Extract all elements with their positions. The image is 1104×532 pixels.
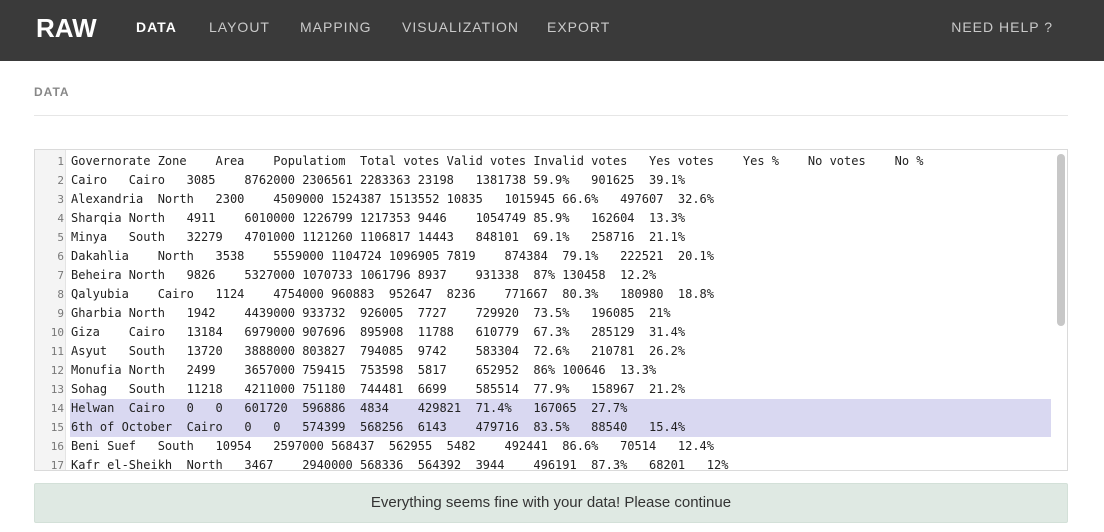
line-number: 9 (57, 307, 64, 320)
line-text[interactable]: Sohag South 11218 4211000 751180 744481 … (70, 380, 1051, 399)
validation-status-message: Everything seems fine with your data! Pl… (34, 483, 1068, 523)
help-link[interactable]: NEED HELP ? (951, 19, 1053, 35)
line-text[interactable]: Minya South 32279 4701000 1121260 110681… (70, 228, 1051, 247)
editor-line[interactable]: 6 Dakahlia North 3538 5559000 1104724 109… (35, 247, 1055, 266)
nav-tab-layout[interactable]: LAYOUT (209, 19, 270, 35)
line-text[interactable]: Beni Suef South 10954 2597000 568437 562… (70, 437, 1051, 456)
line-number: 13 (50, 383, 64, 396)
line-text[interactable]: Dakahlia North 3538 5559000 1104724 1096… (70, 247, 1051, 266)
line-text[interactable]: Asyut South 13720 3888000 803827 794085 … (70, 342, 1051, 361)
nav-tab-data[interactable]: DATA (136, 19, 177, 35)
line-number: 1 (57, 155, 64, 168)
line-number: 4 (57, 212, 64, 225)
data-text-editor[interactable]: 1 Governorate Zone Area Populatiom Total … (34, 149, 1068, 471)
nav-tab-mapping[interactable]: MAPPING (300, 19, 372, 35)
line-text[interactable]: Beheira North 9826 5327000 1070733 10617… (70, 266, 1051, 285)
editor-line[interactable]: 8 Qalyubia Cairo 1124 4754000 960883 9526… (35, 285, 1055, 304)
editor-line[interactable]: 13 Sohag South 11218 4211000 751180 74448… (35, 380, 1055, 399)
editor-line[interactable]: 10 Giza Cairo 13184 6979000 907696 895908… (35, 323, 1055, 342)
editor-line[interactable]: 14 Helwan Cairo 0 0 601720 596886 4834 42… (35, 399, 1055, 418)
line-number: 14 (50, 402, 64, 415)
line-number: 10 (50, 326, 64, 339)
line-number: 11 (50, 345, 64, 358)
editor-line[interactable]: 16 Beni Suef South 10954 2597000 568437 5… (35, 437, 1055, 456)
editor-lines[interactable]: 1 Governorate Zone Area Populatiom Total … (35, 152, 1055, 471)
line-number: 8 (57, 288, 64, 301)
editor-line[interactable]: 7 Beheira North 9826 5327000 1070733 1061… (35, 266, 1055, 285)
line-number: 15 (50, 421, 64, 434)
line-number: 17 (50, 459, 64, 471)
line-number: 6 (57, 250, 64, 263)
editor-line[interactable]: 1 Governorate Zone Area Populatiom Total … (35, 152, 1055, 171)
editor-line[interactable]: 9 Gharbia North 1942 4439000 933732 92600… (35, 304, 1055, 323)
nav-tab-visualization[interactable]: VISUALIZATION (402, 19, 519, 35)
line-number: 3 (57, 193, 64, 206)
section-title: DATA (34, 85, 70, 99)
line-text[interactable]: Alexandria North 2300 4509000 1524387 15… (70, 190, 1051, 209)
line-text[interactable]: Sharqia North 4911 6010000 1226799 12173… (70, 209, 1051, 228)
line-text[interactable]: 6th of October Cairo 0 0 574399 568256 6… (70, 418, 1051, 437)
editor-line[interactable]: 15 6th of October Cairo 0 0 574399 568256… (35, 418, 1055, 437)
top-navbar: RAW DATA LAYOUT MAPPING VISUALIZATION EX… (0, 0, 1104, 61)
editor-line[interactable]: 4 Sharqia North 4911 6010000 1226799 1217… (35, 209, 1055, 228)
line-number: 16 (50, 440, 64, 453)
line-text[interactable]: Cairo Cairo 3085 8762000 2306561 2283363… (70, 171, 1051, 190)
line-text[interactable]: Monufia North 2499 3657000 759415 753598… (70, 361, 1051, 380)
line-number: 12 (50, 364, 64, 377)
line-text[interactable]: Gharbia North 1942 4439000 933732 926005… (70, 304, 1051, 323)
line-number: 2 (57, 174, 64, 187)
editor-line[interactable]: 2 Cairo Cairo 3085 8762000 2306561 228336… (35, 171, 1055, 190)
editor-line[interactable]: 3 Alexandria North 2300 4509000 1524387 1… (35, 190, 1055, 209)
line-text[interactable]: Kafr el-Sheikh North 3467 2940000 568336… (70, 456, 1051, 470)
line-text[interactable]: Qalyubia Cairo 1124 4754000 960883 95264… (70, 285, 1051, 304)
line-text[interactable]: Governorate Zone Area Populatiom Total v… (70, 152, 1051, 171)
section-divider (34, 115, 1068, 116)
editor-line[interactable]: 12 Monufia North 2499 3657000 759415 7535… (35, 361, 1055, 380)
line-text[interactable]: Giza Cairo 13184 6979000 907696 895908 1… (70, 323, 1051, 342)
nav-tab-export[interactable]: EXPORT (547, 19, 610, 35)
editor-line[interactable]: 5 Minya South 32279 4701000 1121260 11068… (35, 228, 1055, 247)
scrollbar-thumb[interactable] (1057, 154, 1065, 326)
line-number: 7 (57, 269, 64, 282)
line-number: 5 (57, 231, 64, 244)
brand-logo[interactable]: RAW (36, 13, 97, 44)
editor-line[interactable]: 11 Asyut South 13720 3888000 803827 79408… (35, 342, 1055, 361)
editor-line[interactable]: 17 Kafr el-Sheikh North 3467 2940000 5683… (35, 456, 1055, 471)
line-text[interactable]: Helwan Cairo 0 0 601720 596886 4834 4298… (70, 399, 1051, 418)
editor-scrollbar[interactable] (1056, 152, 1065, 468)
